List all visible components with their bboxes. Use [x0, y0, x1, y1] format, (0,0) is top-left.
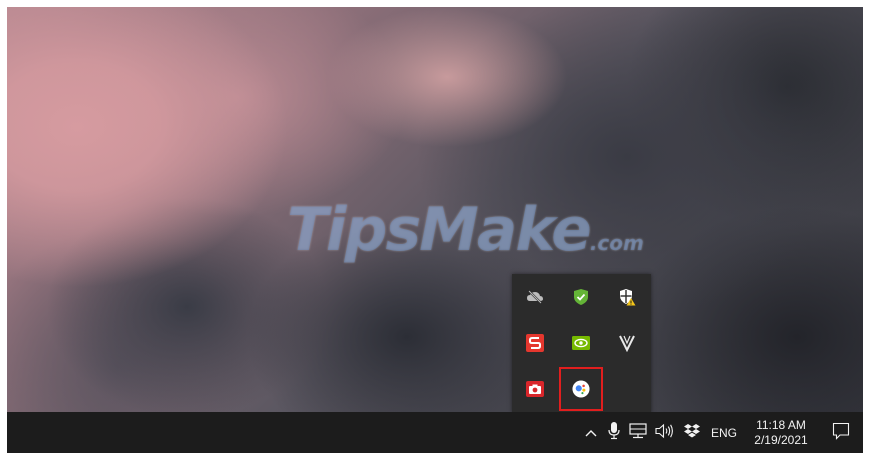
speaker-icon: [655, 423, 675, 442]
dropbox-button[interactable]: [679, 412, 705, 453]
network-button[interactable]: [625, 412, 651, 453]
google-assistant-icon: [572, 380, 590, 398]
tray-cell-nvidia[interactable]: [558, 320, 604, 366]
cloud-offline-icon: [526, 288, 544, 306]
clock-date: 2/19/2021: [754, 432, 808, 447]
camera-icon: [526, 380, 544, 398]
tray-cell-vectorstyler[interactable]: [604, 320, 650, 366]
clock-time: 11:18 AM: [756, 417, 806, 432]
show-hidden-icons-button[interactable]: [579, 412, 603, 453]
tray-cell-security[interactable]: [604, 274, 650, 320]
microphone-button[interactable]: [603, 412, 625, 453]
tray-cell-cloud[interactable]: [512, 274, 558, 320]
action-center-button[interactable]: [819, 412, 863, 453]
tray-cell-wps[interactable]: [512, 320, 558, 366]
microphone-icon: [608, 422, 620, 443]
network-icon: [629, 423, 647, 442]
taskbar: ENG 11:18 AM 2/19/2021: [7, 412, 863, 453]
watermark-text: TipsMake: [287, 195, 592, 265]
tray-cell-camera[interactable]: [512, 366, 558, 412]
dropbox-icon: [683, 423, 701, 442]
chevron-up-icon: [585, 426, 597, 440]
nvidia-icon: [572, 334, 590, 352]
vectorstyler-icon: [618, 334, 636, 352]
tray-cell-google-assistant[interactable]: [558, 366, 604, 412]
clock-button[interactable]: 11:18 AM 2/19/2021: [743, 412, 819, 453]
input-language-button[interactable]: ENG: [705, 412, 743, 453]
tray-cell-shield[interactable]: [558, 274, 604, 320]
windows-security-warning-icon: [618, 288, 636, 306]
watermark: TipsMake.com: [287, 195, 644, 265]
notification-icon: [832, 422, 850, 443]
tray-cell-empty: [604, 366, 650, 412]
volume-button[interactable]: [651, 412, 679, 453]
desktop-wallpaper: TipsMake.com ENG 11:18 AM 2/19/2021: [7, 7, 863, 453]
watermark-suffix: .com: [589, 231, 644, 255]
wps-office-icon: [526, 334, 544, 352]
tray-overflow-panel: [512, 274, 651, 413]
shield-check-icon: [572, 288, 590, 306]
